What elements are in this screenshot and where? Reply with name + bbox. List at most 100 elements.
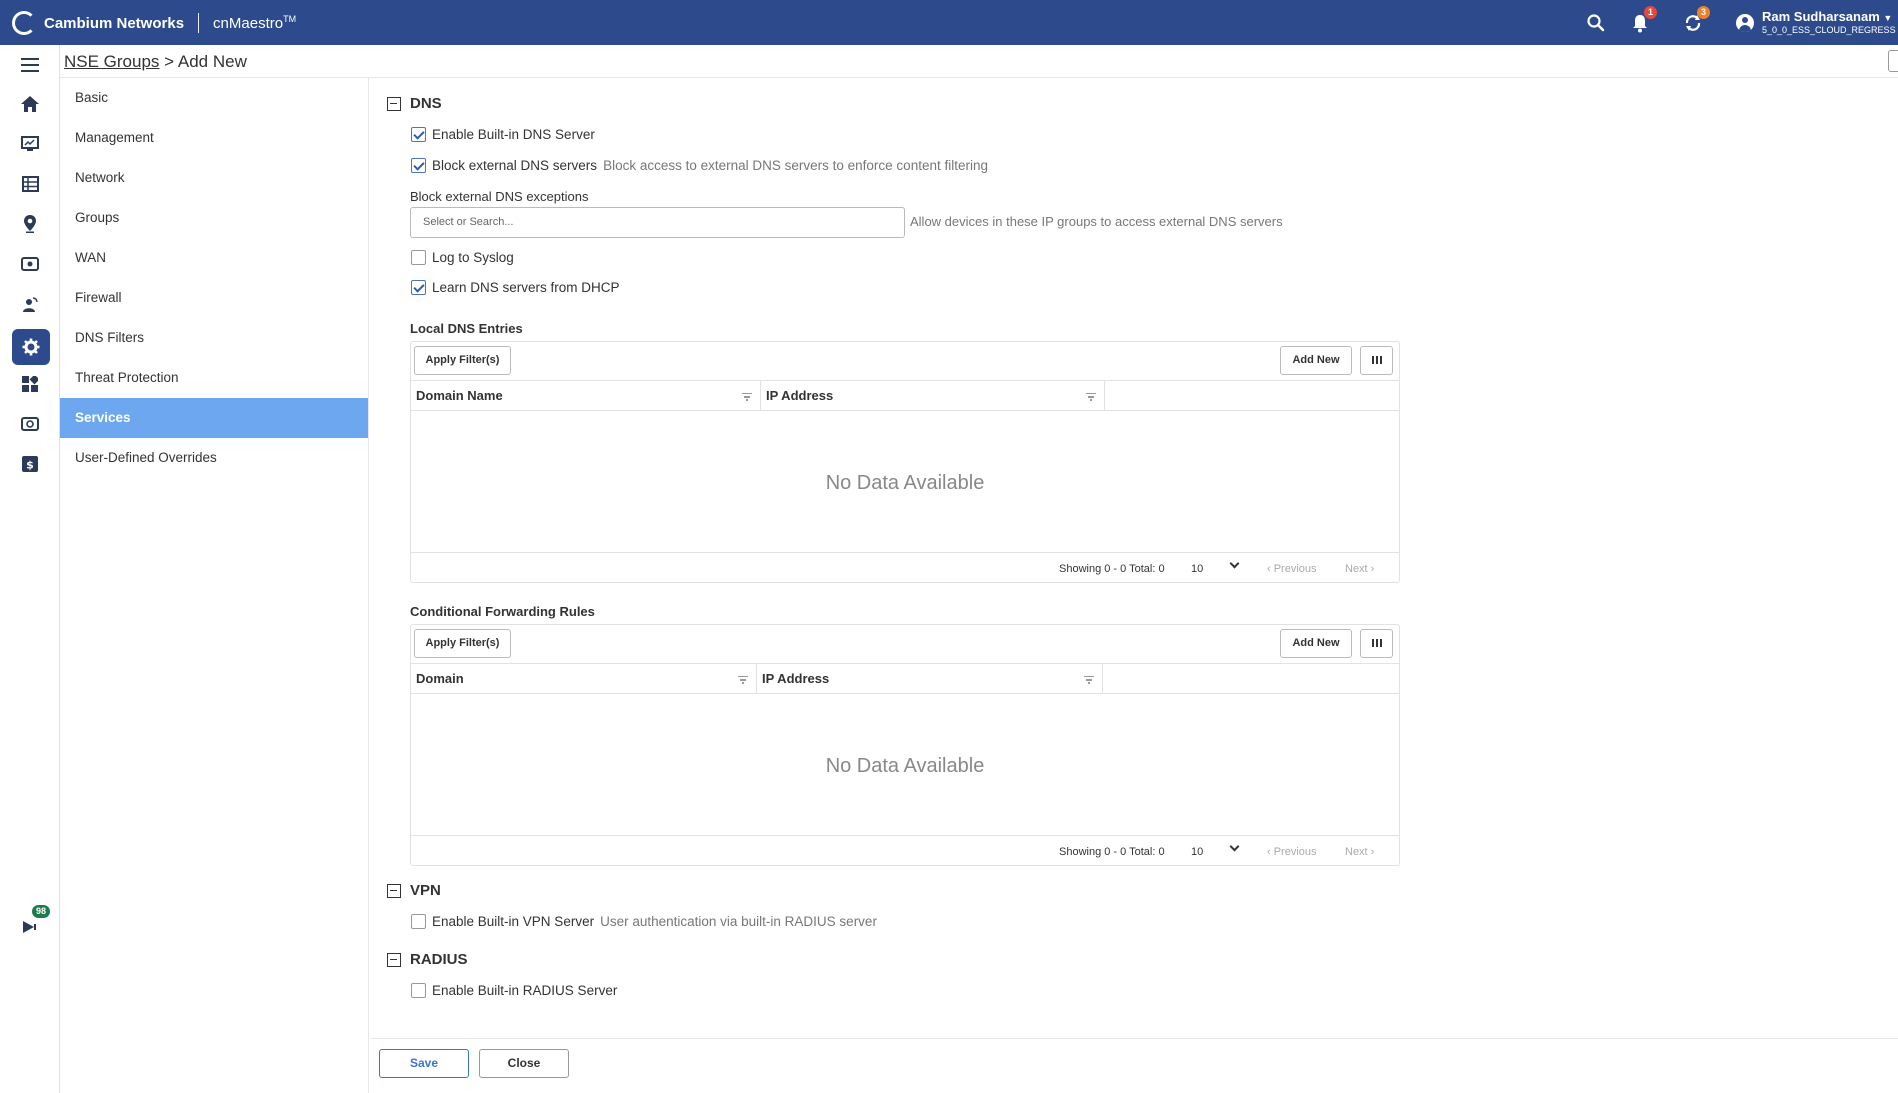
enable-vpn-server-checkbox[interactable] xyxy=(411,914,426,929)
collapse-icon xyxy=(387,96,401,111)
filter-icon[interactable] xyxy=(742,393,752,401)
vpn-section-header[interactable]: VPN xyxy=(387,882,441,899)
chevron-down-icon[interactable] xyxy=(1229,841,1240,852)
radius-section-header[interactable]: RADIUS xyxy=(387,951,468,968)
enable-vpn-server-hint: User authentication via built-in RADIUS … xyxy=(600,914,877,929)
dns-exceptions-hint: Allow devices in these IP groups to acce… xyxy=(910,214,1283,229)
notifications-bell-icon[interactable]: 1 xyxy=(1629,6,1657,34)
device-config-icon[interactable] xyxy=(18,252,42,276)
next-page-button[interactable]: Next › xyxy=(1345,846,1374,858)
no-data-message: No Data Available xyxy=(825,755,985,777)
apply-filters-button[interactable]: Apply Filter(s) xyxy=(414,346,511,375)
chevron-down-icon[interactable] xyxy=(1229,558,1240,569)
local-dns-entries-grid: Apply Filter(s) Add New Domain Name IP A… xyxy=(410,341,1400,583)
grid-header-row: Domain Name IP Address xyxy=(411,380,1399,411)
subnav-item-user-defined-overrides[interactable]: User-Defined Overrides xyxy=(60,438,368,478)
column-header-label: Domain xyxy=(416,671,464,686)
feedback-megaphone-icon[interactable] xyxy=(18,915,42,939)
pagination-summary: Showing 0 - 0 Total: 0 xyxy=(1059,563,1165,575)
column-chooser-icon[interactable] xyxy=(1360,346,1393,375)
home-icon[interactable] xyxy=(18,92,42,116)
dns-section-header[interactable]: DNS xyxy=(387,95,442,112)
grid-toolbar: Apply Filter(s) Add New xyxy=(411,342,1399,380)
enable-dns-server-label: Enable Built-in DNS Server xyxy=(432,127,595,142)
block-external-dns-checkbox[interactable] xyxy=(411,158,426,173)
subnav-item-firewall[interactable]: Firewall xyxy=(60,278,368,318)
billing-dollar-icon[interactable]: $ xyxy=(18,452,42,476)
subnav-item-basic[interactable]: Basic xyxy=(60,78,368,118)
next-page-button[interactable]: Next › xyxy=(1345,563,1374,575)
user-menu[interactable]: Ram Sudharsanam ▼ 5_0_0_ESS_CLOUD_REGRES… xyxy=(1736,10,1896,36)
enable-vpn-server-label: Enable Built-in VPN Server xyxy=(432,914,595,929)
learn-dhcp-label: Learn DNS servers from DHCP xyxy=(432,280,620,295)
log-syslog-row[interactable]: Log to Syslog xyxy=(411,250,514,265)
add-new-rule-button[interactable]: Add New xyxy=(1280,629,1352,658)
subnav-item-threat-protection[interactable]: Threat Protection xyxy=(60,358,368,398)
column-chooser-icon[interactable] xyxy=(1360,629,1393,658)
enable-vpn-server-row[interactable]: Enable Built-in VPN Server User authenti… xyxy=(411,914,877,929)
settings-gear-icon[interactable] xyxy=(12,329,50,365)
column-header-label: Domain Name xyxy=(416,388,503,403)
grid-pagination: Showing 0 - 0 Total: 0 10 ‹ Previous Nex… xyxy=(411,835,1399,866)
subnav-item-wan[interactable]: WAN xyxy=(60,238,368,278)
grid-pagination: Showing 0 - 0 Total: 0 10 ‹ Previous Nex… xyxy=(411,552,1399,583)
top-bar: Cambium Networks cnMaestroTM 1 3 Ram Sud… xyxy=(0,0,1898,45)
subnav-item-management[interactable]: Management xyxy=(60,118,368,158)
tasks-badge: 3 xyxy=(1697,6,1710,19)
filter-icon[interactable] xyxy=(738,676,748,684)
breadcrumb-parent-link[interactable]: NSE Groups xyxy=(64,52,159,71)
filter-icon[interactable] xyxy=(1086,393,1096,401)
subnav-item-network[interactable]: Network xyxy=(60,158,368,198)
block-external-dns-row[interactable]: Block external DNS servers Block access … xyxy=(411,158,988,173)
learn-dhcp-checkbox[interactable] xyxy=(411,280,426,295)
users-wifi-icon[interactable] xyxy=(18,292,42,316)
hamburger-menu-icon[interactable] xyxy=(18,53,42,77)
breadcrumb-separator: > xyxy=(159,52,178,71)
table-view-icon[interactable] xyxy=(18,172,42,196)
log-syslog-checkbox[interactable] xyxy=(411,250,426,265)
column-header-ip-address[interactable]: IP Address xyxy=(757,664,1103,694)
grid-toolbar: Apply Filter(s) Add New xyxy=(411,625,1399,663)
breadcrumb-current: Add New xyxy=(177,52,247,71)
pagination-summary: Showing 0 - 0 Total: 0 xyxy=(1059,846,1165,858)
column-header-domain-name[interactable]: Domain Name xyxy=(411,381,761,411)
admin-icon[interactable] xyxy=(18,412,42,436)
grid-header-row: Domain IP Address xyxy=(411,663,1399,694)
subnav-rail-gap xyxy=(60,582,72,692)
brand-name: Cambium Networks xyxy=(44,14,185,32)
collapse-icon xyxy=(387,952,401,967)
column-header-label: IP Address xyxy=(762,671,830,686)
subnav-item-groups[interactable]: Groups xyxy=(60,198,368,238)
side-panel-toggle[interactable] xyxy=(1888,50,1898,72)
column-header-domain[interactable]: Domain xyxy=(411,664,757,694)
user-name: Ram Sudharsanam ▼ xyxy=(1762,10,1896,25)
brand-logo[interactable]: Cambium Networks cnMaestroTM xyxy=(12,10,296,36)
user-info: Ram Sudharsanam ▼ 5_0_0_ESS_CLOUD_REGRES… xyxy=(1762,10,1896,36)
enable-radius-server-row[interactable]: Enable Built-in RADIUS Server xyxy=(411,983,617,998)
previous-page-button[interactable]: ‹ Previous xyxy=(1267,563,1317,575)
previous-page-button[interactable]: ‹ Previous xyxy=(1267,846,1317,858)
save-button[interactable]: Save xyxy=(379,1049,469,1078)
page-size-select[interactable]: 10 xyxy=(1191,846,1203,858)
enable-dns-server-row[interactable]: Enable Built-in DNS Server xyxy=(411,127,595,142)
learn-dhcp-row[interactable]: Learn DNS servers from DHCP xyxy=(411,280,620,295)
apps-grid-icon[interactable] xyxy=(18,372,42,396)
monitor-icon[interactable] xyxy=(18,132,42,156)
enable-radius-server-checkbox[interactable] xyxy=(411,983,426,998)
cambium-logo-icon xyxy=(12,11,36,35)
add-new-entry-button[interactable]: Add New xyxy=(1280,346,1352,375)
column-header-ip-address[interactable]: IP Address xyxy=(761,381,1105,411)
apply-filters-button[interactable]: Apply Filter(s) xyxy=(414,629,511,658)
enable-dns-server-checkbox[interactable] xyxy=(411,127,426,142)
column-header-label: IP Address xyxy=(766,388,834,403)
tasks-sync-icon[interactable]: 3 xyxy=(1682,6,1710,34)
subnav-item-dns-filters[interactable]: DNS Filters xyxy=(60,318,368,358)
map-pin-icon[interactable] xyxy=(18,212,42,236)
page-size-select[interactable]: 10 xyxy=(1191,563,1203,575)
filter-icon[interactable] xyxy=(1084,676,1094,684)
trademark-mark: TM xyxy=(283,14,297,24)
search-icon[interactable] xyxy=(1585,12,1607,34)
close-button[interactable]: Close xyxy=(479,1049,569,1078)
dns-exceptions-select[interactable]: Select or Search... xyxy=(410,207,905,238)
subnav-item-services[interactable]: Services xyxy=(60,398,368,438)
